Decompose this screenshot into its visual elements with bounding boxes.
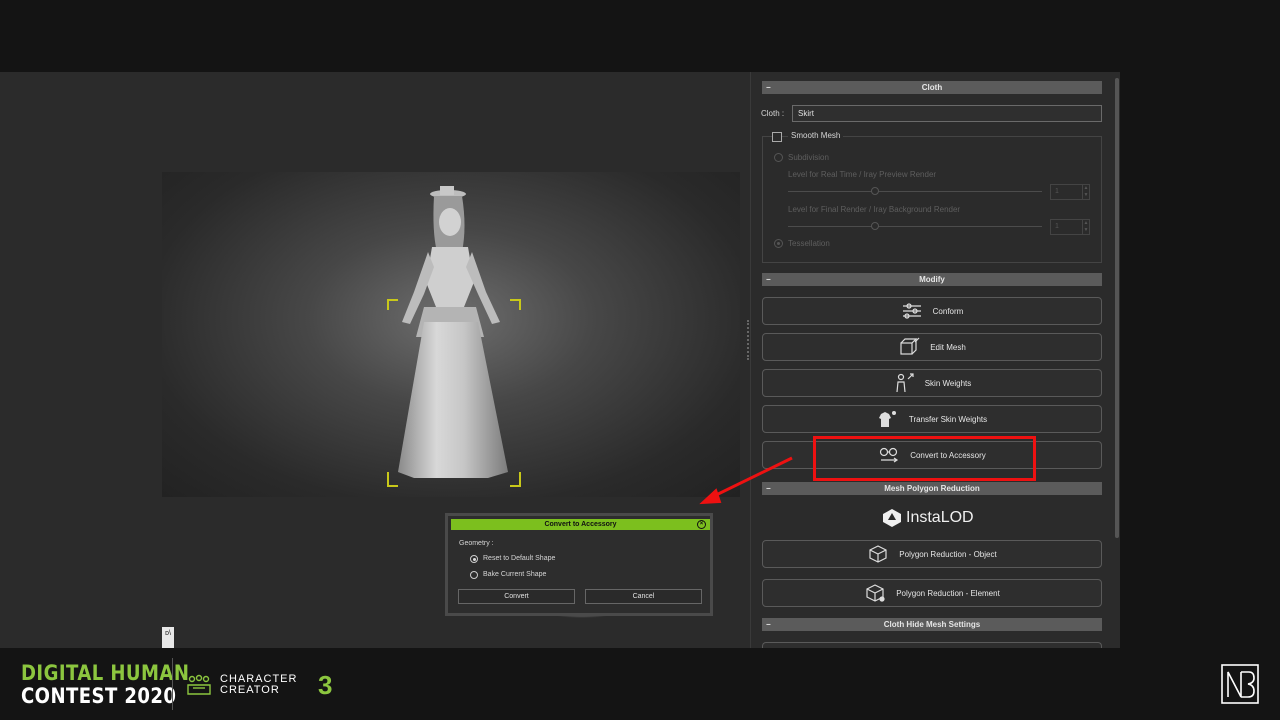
character-creator-version: 3 — [318, 670, 333, 700]
bake-current-shape-radio[interactable] — [470, 571, 478, 579]
transfer-skin-weights-button[interactable]: Transfer Skin Weights — [762, 405, 1102, 433]
transfer-skin-weights-label: Transfer Skin Weights — [908, 414, 988, 424]
level-realtime-stepper[interactable]: ▲ ▼ — [1082, 184, 1090, 200]
tessellation-label: Tessellation — [788, 239, 830, 248]
3d-viewport[interactable] — [162, 172, 740, 497]
close-icon[interactable]: × — [697, 520, 706, 529]
character-creator-line2: CREATOR — [220, 684, 280, 696]
subdivision-label: Subdivision — [788, 153, 829, 162]
cloth-hide-mesh-header[interactable]: − Cloth Hide Mesh Settings — [762, 618, 1102, 631]
polygon-reduction-object-label: Polygon Reduction - Object — [899, 549, 997, 559]
dialog-title: Convert to Accessory — [544, 521, 617, 528]
skin-weights-icon — [896, 373, 914, 393]
collapse-icon[interactable]: − — [766, 273, 771, 286]
mesh-polygon-reduction-title: Mesh Polygon Reduction — [884, 484, 980, 493]
red-highlight-box — [813, 436, 1036, 481]
cloth-name-field[interactable]: Skirt — [792, 105, 1102, 122]
level-final-slider-knob[interactable] — [871, 222, 879, 230]
smooth-mesh-label: Smooth Mesh — [788, 131, 844, 140]
cancel-button[interactable]: Cancel — [585, 589, 702, 604]
modify-section-title: Modify — [919, 275, 945, 284]
cloth-hide-mesh-title: Cloth Hide Mesh Settings — [883, 620, 981, 629]
polygon-reduction-object-button[interactable]: Polygon Reduction - Object — [762, 540, 1102, 568]
instalod-icon — [883, 509, 901, 527]
reset-default-shape-label: Reset to Default Shape — [483, 555, 556, 562]
subdivision-radio[interactable] — [774, 153, 783, 162]
reset-default-shape-radio[interactable] — [470, 555, 478, 563]
top-black-bar — [0, 0, 1280, 72]
dialog-title-bar: Convert to Accessory × — [451, 519, 710, 530]
convert-button[interactable]: Convert — [458, 589, 575, 604]
geometry-label: Geometry : — [459, 540, 494, 547]
level-realtime-slider[interactable] — [788, 191, 1042, 192]
edit-mesh-icon — [900, 337, 920, 355]
mesh-polygon-reduction-header[interactable]: − Mesh Polygon Reduction — [762, 482, 1102, 495]
conform-icon — [902, 303, 921, 319]
polygon-reduction-element-button[interactable]: Polygon Reduction - Element — [762, 579, 1102, 607]
cube-element-icon — [866, 584, 885, 602]
panel-scrollbar[interactable] — [1115, 78, 1119, 538]
polygon-reduction-element-label: Polygon Reduction - Element — [896, 588, 1000, 598]
cloth-label: Cloth : — [761, 109, 785, 118]
level-final-label: Level for Final Render / Iray Background… — [788, 205, 961, 214]
level-realtime-slider-knob[interactable] — [871, 187, 879, 195]
cube-icon — [869, 545, 887, 563]
corner-icon[interactable]: ᴅ\ — [162, 627, 174, 648]
edit-mesh-button[interactable]: Edit Mesh — [762, 333, 1102, 361]
conform-button[interactable]: Conform — [762, 297, 1102, 325]
collapse-icon[interactable]: − — [766, 482, 771, 495]
nb-monogram-logo — [1221, 664, 1259, 704]
instalod-logo: InstaLOD — [882, 507, 974, 529]
collapse-icon[interactable]: − — [766, 81, 771, 94]
modify-section-header[interactable]: − Modify — [762, 273, 1102, 286]
footer-divider — [172, 658, 173, 710]
character-creator-icon — [187, 674, 211, 695]
bake-current-shape-label: Bake Current Shape — [483, 571, 547, 578]
convert-to-accessory-dialog: Convert to Accessory × Geometry : Reset … — [445, 513, 713, 616]
character-figure — [387, 186, 521, 487]
tessellation-radio[interactable] — [774, 239, 783, 248]
contest-title-line2: CONTEST 2020 — [21, 684, 177, 708]
cloth-section-title: Cloth — [921, 83, 943, 92]
transfer-skin-weights-icon — [878, 411, 896, 427]
level-final-slider[interactable] — [788, 226, 1042, 227]
cloth-section-header[interactable]: − Cloth — [762, 81, 1102, 94]
conform-label: Conform — [932, 306, 964, 316]
skin-weights-label: Skin Weights — [924, 378, 972, 388]
level-final-stepper[interactable]: ▲ ▼ — [1082, 219, 1090, 235]
contest-title-line1: DIGITAL HUMAN — [21, 661, 190, 685]
level-realtime-label: Level for Real Time / Iray Preview Rende… — [788, 170, 937, 179]
smooth-mesh-checkbox[interactable] — [772, 132, 782, 142]
edit-mesh-label: Edit Mesh — [930, 342, 966, 352]
instalod-text: InstaLOD — [906, 509, 974, 526]
collapse-icon[interactable]: − — [766, 618, 771, 631]
skin-weights-button[interactable]: Skin Weights — [762, 369, 1102, 397]
panel-splitter[interactable] — [747, 320, 749, 360]
